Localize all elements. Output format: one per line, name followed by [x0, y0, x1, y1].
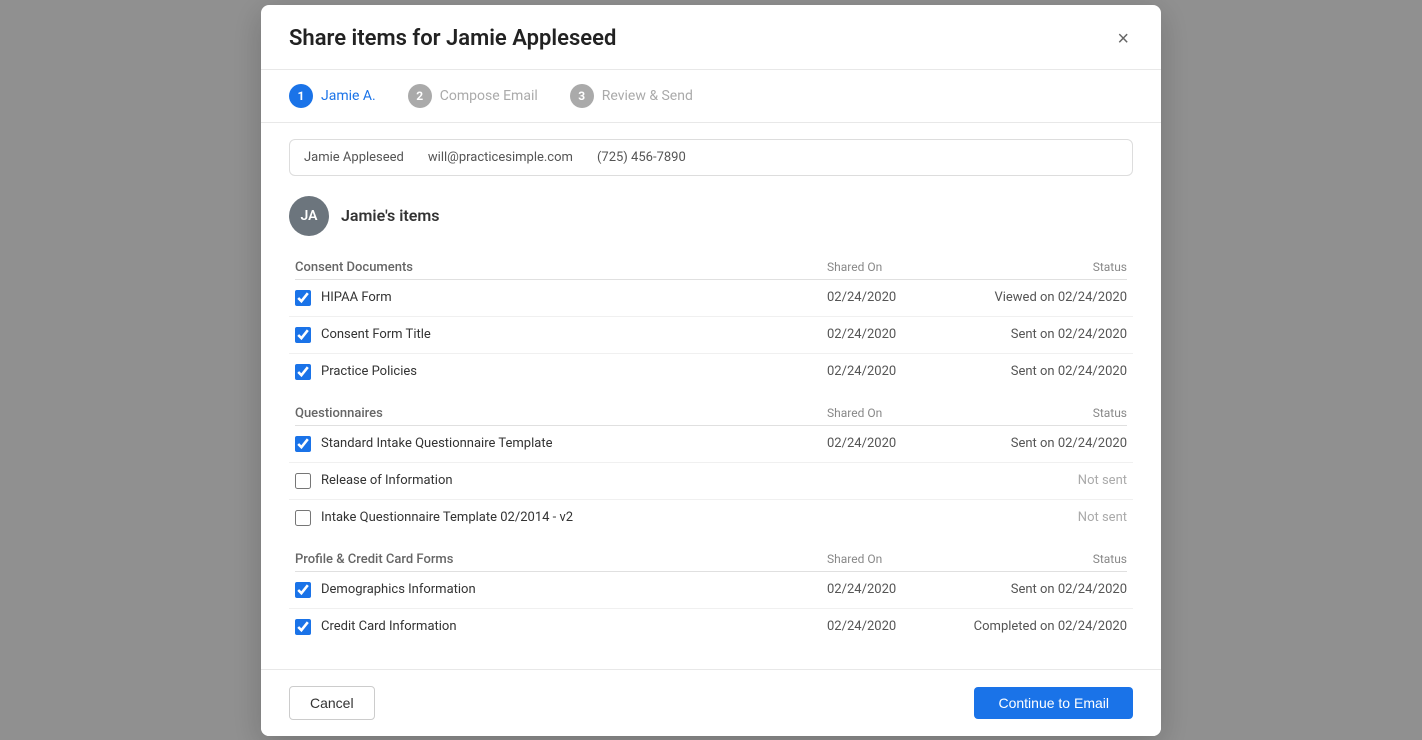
patient-email: will@practicesimple.com [428, 150, 573, 165]
checkbox-profile-0[interactable] [295, 582, 311, 598]
group-consent: Consent Documents Shared On Status HIPAA… [289, 252, 1133, 390]
checkbox-questionnaires-0[interactable] [295, 436, 311, 452]
table-row: Consent Form Title02/24/2020Sent on 02/2… [289, 317, 1133, 354]
table-row: Standard Intake Questionnaire Template02… [289, 426, 1133, 463]
item-name: Credit Card Information [321, 619, 827, 634]
item-date: 02/24/2020 [827, 436, 947, 451]
item-date: 02/24/2020 [827, 619, 947, 634]
close-button[interactable]: × [1113, 25, 1133, 53]
step-label-1: Jamie A. [321, 88, 376, 104]
table-row: Intake Questionnaire Template 02/2014 - … [289, 500, 1133, 536]
patient-row: Jamie Appleseed will@practicesimple.com … [289, 139, 1133, 176]
group-shared-header-questionnaires: Shared On [827, 406, 947, 420]
group-shared-header-consent: Shared On [827, 260, 947, 274]
item-name: Intake Questionnaire Template 02/2014 - … [321, 510, 827, 525]
group-shared-header-profile: Shared On [827, 552, 947, 566]
item-name: Consent Form Title [321, 327, 827, 342]
table-row: Demographics Information02/24/2020Sent o… [289, 572, 1133, 609]
item-date: 02/24/2020 [827, 290, 947, 305]
groups-container: Consent Documents Shared On Status HIPAA… [289, 252, 1133, 645]
item-name: Practice Policies [321, 364, 827, 379]
modal-title: Share items for Jamie Appleseed [289, 26, 616, 51]
step-circle-1: 1 [289, 84, 313, 108]
group-status-header-profile: Status [947, 552, 1127, 566]
checkbox-questionnaires-1[interactable] [295, 473, 311, 489]
item-status: Sent on 02/24/2020 [947, 436, 1127, 451]
section-header: JA Jamie's items [289, 196, 1133, 236]
item-date: 02/24/2020 [827, 327, 947, 342]
item-date: 02/24/2020 [827, 582, 947, 597]
group-label-consent: Consent Documents [295, 260, 827, 275]
item-status: Viewed on 02/24/2020 [947, 290, 1127, 305]
step-circle-3: 3 [570, 84, 594, 108]
patient-phone: (725) 456-7890 [597, 150, 686, 165]
item-status: Not sent [947, 473, 1127, 488]
table-row: ➔Credit Card Information02/24/2020Comple… [289, 609, 1133, 645]
modal-overlay: Share items for Jamie Appleseed × 1 Jami… [0, 0, 1422, 740]
step-3[interactable]: 3 Review & Send [570, 84, 693, 108]
modal-header: Share items for Jamie Appleseed × [261, 5, 1161, 70]
group-label-profile: Profile & Credit Card Forms [295, 552, 827, 567]
continue-button[interactable]: Continue to Email [974, 687, 1133, 719]
patient-info: Jamie Appleseed will@practicesimple.com … [304, 150, 686, 165]
group-questionnaires: Questionnaires Shared On Status Standard… [289, 398, 1133, 536]
modal-footer: Cancel Continue to Email [261, 669, 1161, 736]
item-name: HIPAA Form [321, 290, 827, 305]
item-name: Demographics Information [321, 582, 827, 597]
checkbox-questionnaires-2[interactable] [295, 510, 311, 526]
checkbox-consent-0[interactable] [295, 290, 311, 306]
step-label-3: Review & Send [602, 88, 693, 104]
item-status: Not sent [947, 510, 1127, 525]
step-2[interactable]: 2 Compose Email [408, 84, 538, 108]
checkbox-consent-2[interactable] [295, 364, 311, 380]
item-status: Completed on 02/24/2020 [947, 619, 1127, 634]
stepper: 1 Jamie A. 2 Compose Email 3 Review & Se… [261, 70, 1161, 123]
group-status-header-consent: Status [947, 260, 1127, 274]
checkbox-consent-1[interactable] [295, 327, 311, 343]
group-status-header-questionnaires: Status [947, 406, 1127, 420]
item-status: Sent on 02/24/2020 [947, 364, 1127, 379]
section-title: Jamie's items [341, 206, 439, 225]
share-modal: Share items for Jamie Appleseed × 1 Jami… [261, 5, 1161, 736]
group-label-questionnaires: Questionnaires [295, 406, 827, 421]
group-profile: Profile & Credit Card Forms Shared On St… [289, 544, 1133, 645]
table-row: Practice Policies02/24/2020Sent on 02/24… [289, 354, 1133, 390]
step-circle-2: 2 [408, 84, 432, 108]
item-status: Sent on 02/24/2020 [947, 327, 1127, 342]
step-1[interactable]: 1 Jamie A. [289, 84, 376, 108]
cancel-button[interactable]: Cancel [289, 686, 375, 720]
avatar: JA [289, 196, 329, 236]
item-status: Sent on 02/24/2020 [947, 582, 1127, 597]
item-date: 02/24/2020 [827, 364, 947, 379]
checkbox-profile-1[interactable] [295, 619, 311, 635]
patient-name: Jamie Appleseed [304, 150, 404, 165]
modal-body: Jamie Appleseed will@practicesimple.com … [261, 123, 1161, 669]
item-name: Standard Intake Questionnaire Template [321, 436, 827, 451]
table-row: HIPAA Form02/24/2020Viewed on 02/24/2020 [289, 280, 1133, 317]
step-label-2: Compose Email [440, 88, 538, 104]
item-name: Release of Information [321, 473, 827, 488]
table-row: Release of Information Not sent [289, 463, 1133, 500]
